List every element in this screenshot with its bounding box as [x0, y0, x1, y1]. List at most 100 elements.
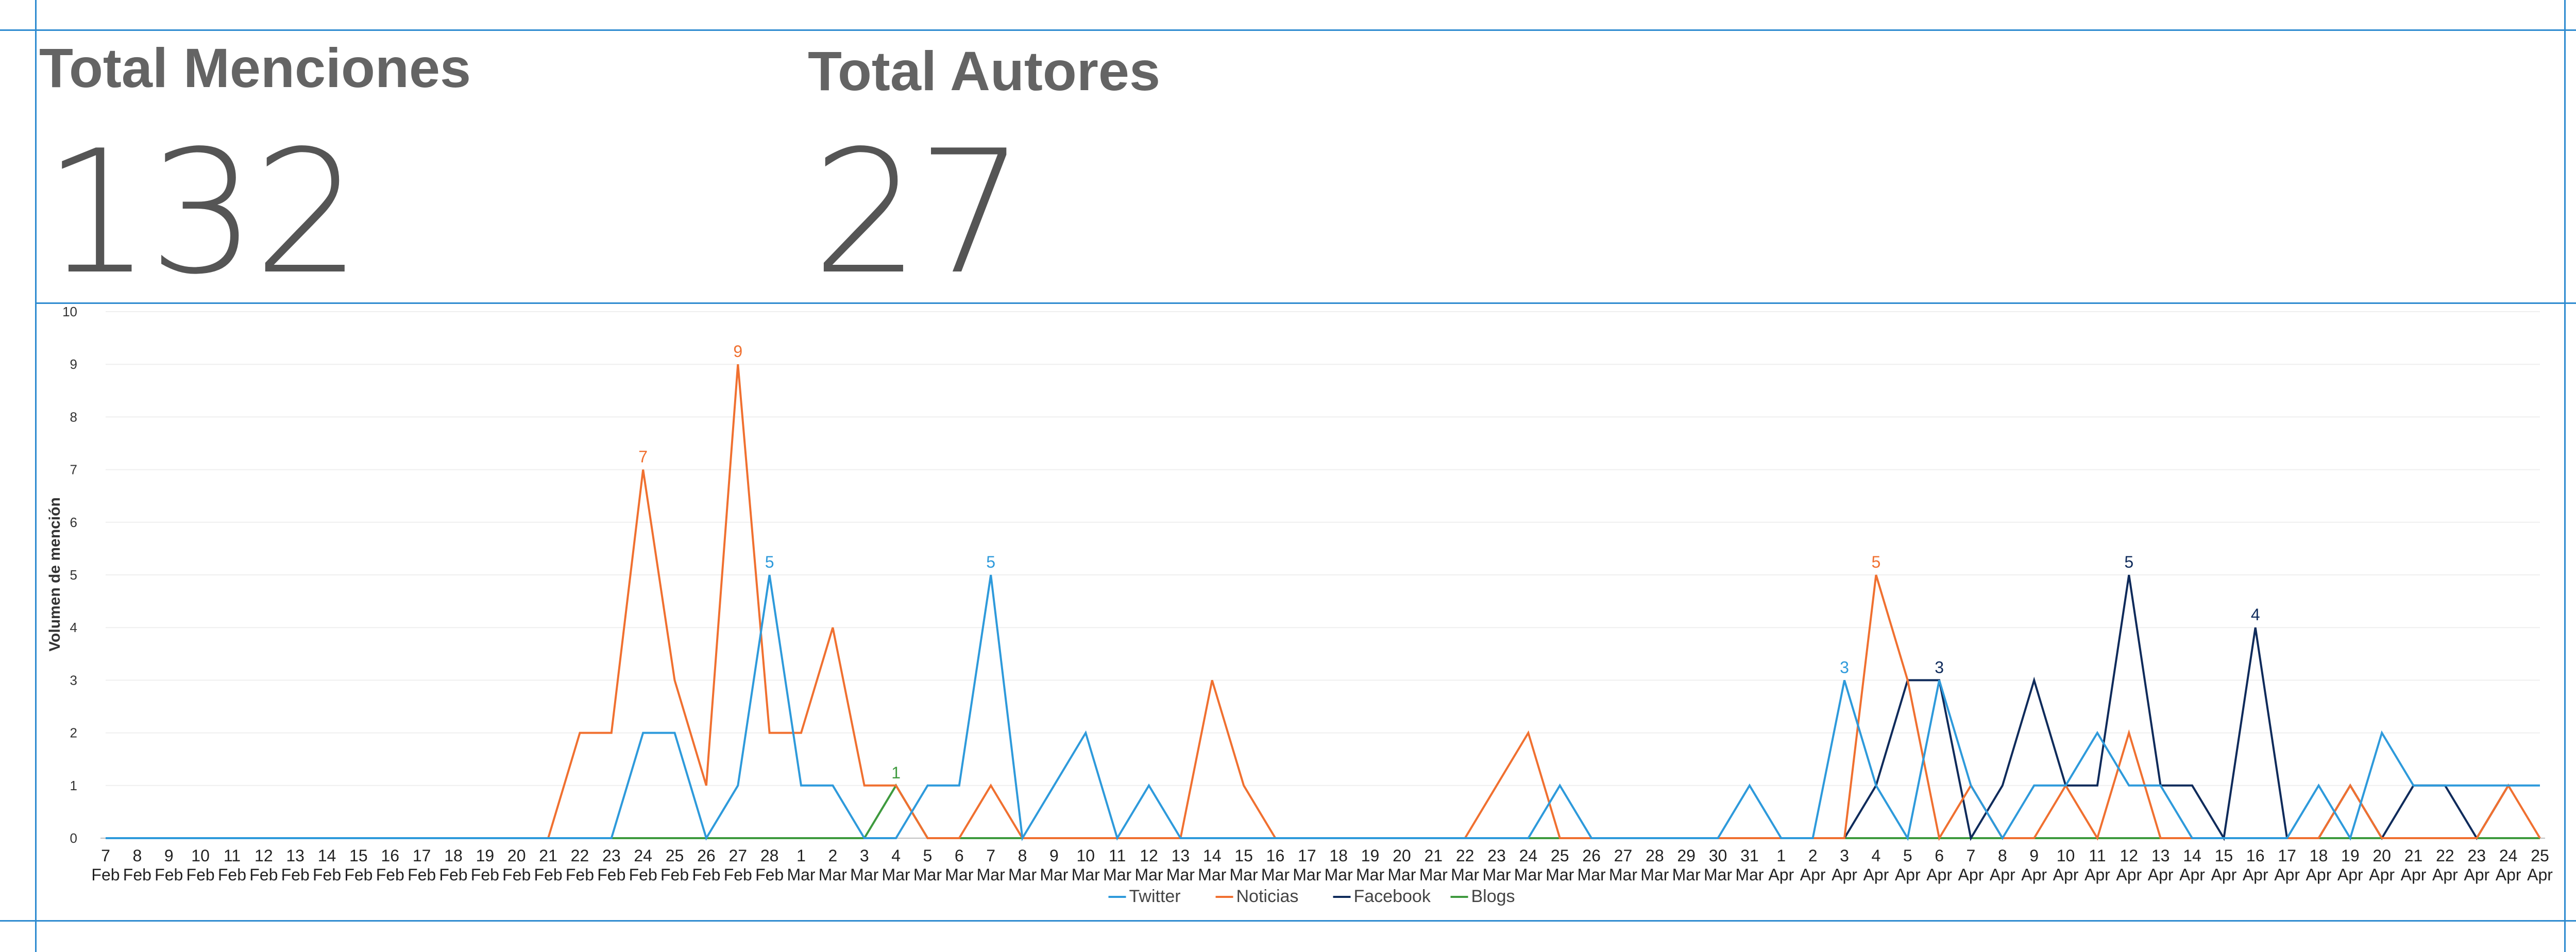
x-tick-label: 20 Mar — [1387, 846, 1416, 884]
x-tick-label: 25 Apr — [2527, 846, 2553, 884]
x-tick-label: 7 Mar — [977, 846, 1005, 884]
y-tick-label: 4 — [70, 620, 77, 635]
x-tick-label: 8 Mar — [1008, 846, 1037, 884]
y-tick-label: 6 — [70, 515, 77, 530]
series-line-blogs — [106, 783, 2540, 839]
x-tick-label: 16 Apr — [2243, 846, 2268, 884]
data-label-facebook: 3 — [1935, 658, 1944, 676]
x-tick-label: 16 Feb — [376, 846, 404, 884]
x-tick-label: 9 Apr — [2021, 846, 2047, 884]
series-line-twitter — [106, 574, 2540, 842]
x-tick-label: 11 Feb — [218, 846, 246, 884]
x-tick-label: 25 Feb — [660, 846, 689, 884]
y-tick-label: 2 — [70, 725, 77, 741]
chart-gridlines — [106, 311, 2540, 786]
x-tick-label: 31 Mar — [1735, 846, 1764, 884]
x-tick-label: 22 Feb — [566, 846, 594, 884]
x-tick-label: 27 Feb — [724, 846, 752, 884]
y-axis-ticks: 0 1 2 3 4 5 6 7 8 9 10 — [62, 304, 77, 846]
x-tick-label: 24 Mar — [1514, 846, 1543, 884]
legend-label-blogs: Blogs — [1471, 887, 1515, 906]
x-tick-label: 22 Apr — [2432, 846, 2458, 884]
x-tick-label: 11 Mar — [1103, 846, 1131, 884]
x-tick-label: 19 Mar — [1356, 846, 1384, 884]
x-tick-label: 13 Apr — [2148, 846, 2174, 884]
legend-label-facebook: Facebook — [1354, 887, 1431, 906]
x-tick-label: 19 Feb — [471, 846, 499, 884]
data-label-noticias: 5 — [1871, 553, 1880, 571]
x-tick-label: 3 Apr — [1832, 846, 1857, 884]
x-tick-label: 26 Feb — [692, 846, 720, 884]
data-label-noticias: 7 — [638, 448, 648, 466]
x-tick-label: 12 Feb — [249, 846, 278, 884]
data-label-noticias: 9 — [733, 342, 742, 361]
x-tick-label: 4 Apr — [1863, 846, 1889, 884]
x-tick-label: 27 Mar — [1609, 846, 1637, 884]
x-tick-label: 23 Mar — [1482, 846, 1511, 884]
x-tick-label: 1 Apr — [1768, 846, 1794, 884]
series-line-facebook — [1843, 574, 2510, 841]
x-tick-label: 12 Apr — [2116, 846, 2142, 884]
x-tick-label: 13 Feb — [281, 846, 310, 884]
x-tick-label: 1 Mar — [787, 846, 815, 884]
y-tick-label: 3 — [70, 672, 77, 688]
x-tick-label: 26 Mar — [1578, 846, 1606, 884]
series-line-noticias — [106, 364, 2541, 841]
legend-label-noticias: Noticias — [1236, 887, 1299, 906]
x-tick-label: 6 Mar — [945, 846, 973, 884]
y-tick-label: 7 — [70, 462, 77, 478]
legend-label-twitter: Twitter — [1129, 887, 1181, 906]
x-tick-label: 9 Mar — [1040, 846, 1068, 884]
y-tick-label: 10 — [62, 304, 77, 319]
x-tick-label: 20 Apr — [2369, 846, 2395, 884]
data-label-twitter: 5 — [986, 553, 995, 571]
x-tick-label: 8 Apr — [1990, 846, 2015, 884]
x-tick-label: 25 Mar — [1546, 846, 1574, 884]
x-tick-label: 15 Feb — [344, 846, 372, 884]
y-tick-label: 8 — [70, 409, 77, 424]
y-tick-label: 1 — [70, 778, 77, 793]
x-tick-label: 20 Feb — [502, 846, 531, 884]
x-tick-label: 2 Apr — [1800, 846, 1826, 884]
x-tick-label: 23 Feb — [597, 846, 625, 884]
x-tick-label: 29 Mar — [1672, 846, 1701, 884]
x-tick-label: 4 Mar — [882, 846, 910, 884]
x-tick-label: 5 Apr — [1895, 846, 1921, 884]
x-tick-label: 3 Mar — [850, 846, 878, 884]
x-tick-label: 13 Mar — [1166, 846, 1195, 884]
x-tick-label: 28 Mar — [1640, 846, 1669, 884]
x-tick-label: 12 Mar — [1134, 846, 1163, 884]
data-label-facebook: 4 — [2251, 605, 2260, 624]
x-tick-label: 21 Apr — [2401, 846, 2427, 884]
x-axis: 7 Feb8 Feb9 Feb10 Feb11 Feb12 Feb13 Feb14 Feb15 F… — [91, 838, 2553, 884]
x-tick-label: 28 Feb — [755, 846, 784, 884]
x-tick-label: 9 Feb — [155, 846, 183, 884]
x-tick-label: 15 Mar — [1230, 846, 1258, 884]
x-tick-label: 21 Feb — [534, 846, 563, 884]
x-tick-label: 22 Mar — [1451, 846, 1479, 884]
x-tick-label: 18 Mar — [1325, 846, 1353, 884]
mention-volume-chart: 0 1 2 3 4 5 6 7 8 9 10 7 Feb8 Feb9 Feb10 Feb11 Feb12 Feb… — [46, 304, 2553, 906]
x-tick-label: 8 Feb — [123, 846, 151, 884]
y-tick-label: 5 — [70, 567, 77, 583]
y-tick-label: 0 — [70, 830, 77, 846]
x-tick-label: 14 Feb — [313, 846, 341, 884]
y-axis-label: Volumen de mención — [46, 497, 63, 652]
x-tick-label: 10 Mar — [1072, 846, 1100, 884]
x-tick-label: 10 Feb — [187, 846, 215, 884]
x-tick-label: 14 Mar — [1198, 846, 1226, 884]
data-label-blogs: 1 — [891, 763, 901, 782]
x-tick-label: 30 Mar — [1704, 846, 1732, 884]
x-tick-label: 21 Mar — [1419, 846, 1448, 884]
series-lines — [106, 364, 2541, 842]
x-tick-label: 18 Apr — [2306, 846, 2332, 884]
x-tick-label: 7 Apr — [1958, 846, 1984, 884]
x-tick-label: 5 Mar — [913, 846, 942, 884]
data-label-facebook: 5 — [2124, 553, 2133, 571]
x-tick-label: 17 Feb — [408, 846, 436, 884]
data-labels: 5 5 3 7 9 5 3 5 4 1 — [638, 342, 2260, 782]
x-tick-label: 17 Apr — [2274, 846, 2300, 884]
x-tick-label: 11 Apr — [2084, 846, 2110, 884]
data-label-twitter: 3 — [1840, 658, 1849, 676]
x-tick-label: 2 Mar — [819, 846, 847, 884]
